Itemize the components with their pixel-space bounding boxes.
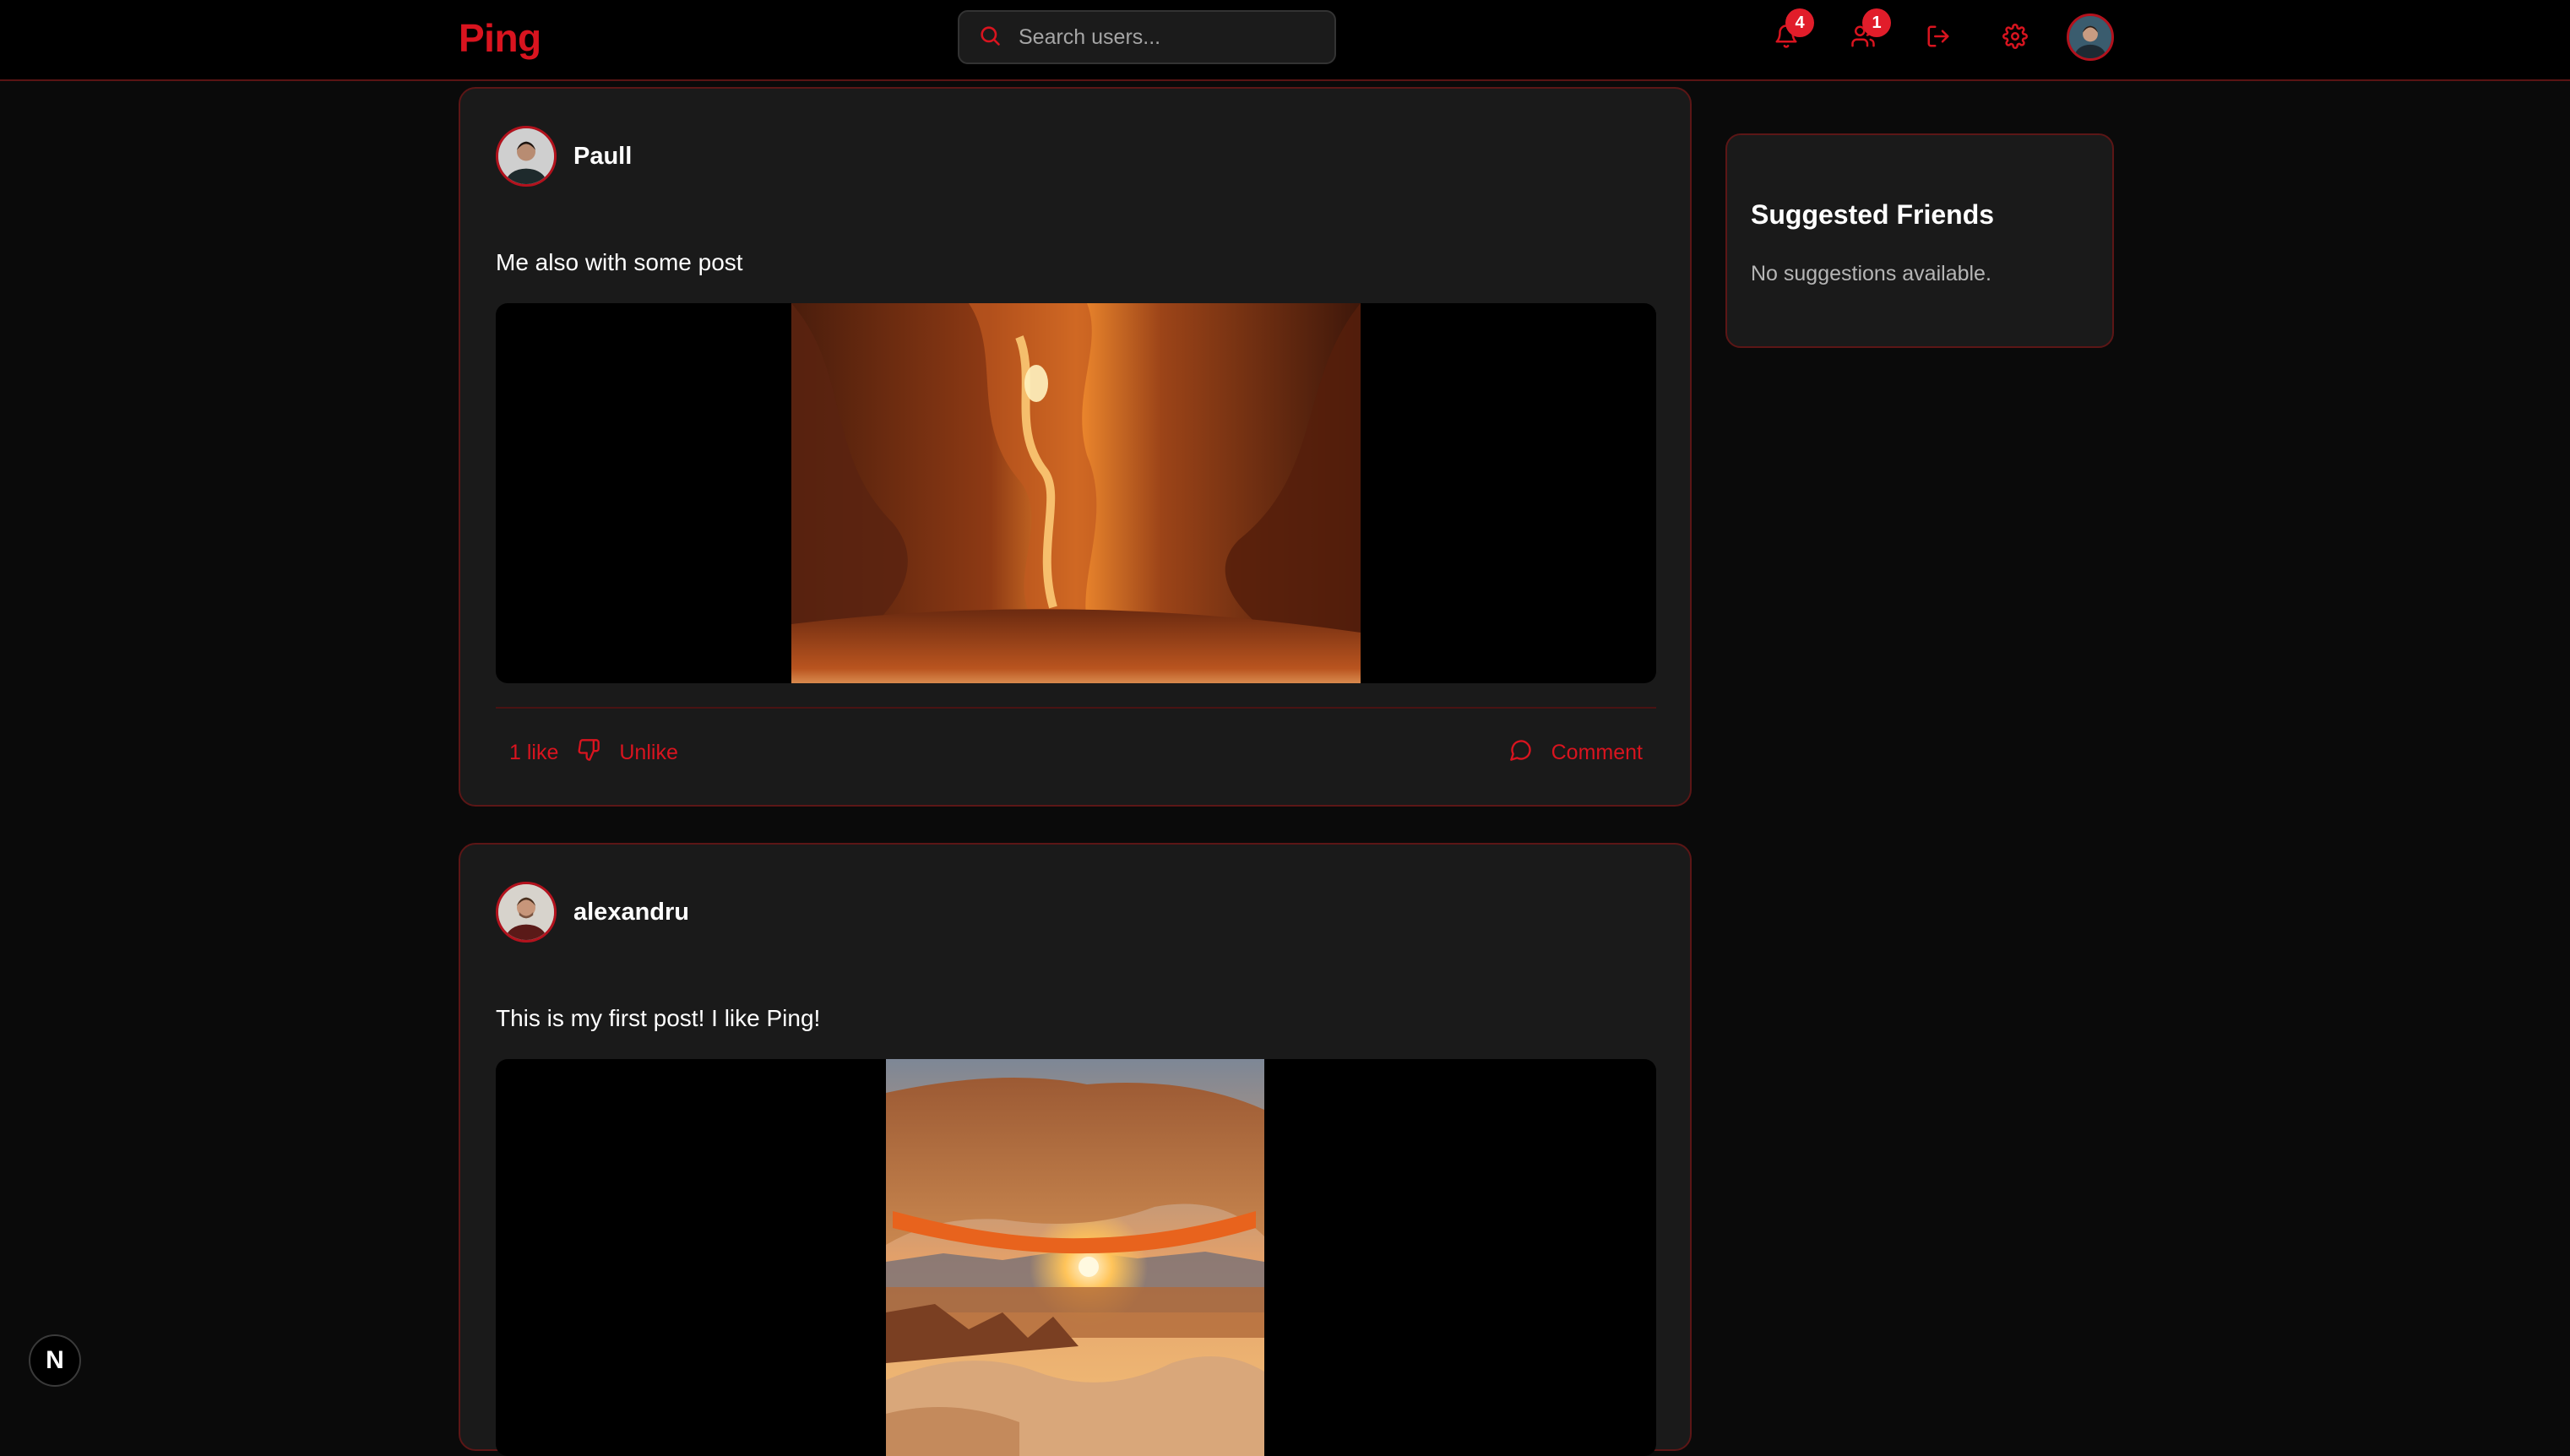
author-avatar[interactable] [496,882,557,943]
comment-icon [1509,738,1533,768]
post-image-frame [496,303,1656,683]
comment-button[interactable]: Comment [1509,738,1643,768]
search-input[interactable] [1019,24,1323,50]
top-navbar: Ping 4 1 [0,0,2570,81]
post-header: Paull [496,126,632,187]
arch-sunrise-photo[interactable] [496,1059,1656,1456]
author-avatar[interactable] [496,126,557,187]
unlike-label: Unlike [619,740,678,764]
post-card: alexandru This is my first post! I like … [459,843,1692,1456]
friend-requests-button[interactable]: 1 [1844,8,1891,57]
slot-canyon-photo[interactable] [496,303,1656,683]
friend-requests-count-badge: 1 [1862,8,1891,37]
post-image-frame [496,1059,1656,1456]
like-count[interactable]: 1 like [509,741,558,765]
author-name[interactable]: Paull [573,143,632,171]
settings-button[interactable] [1996,19,2035,57]
suggested-friends-title: Suggested Friends [1751,199,1995,230]
post-card: Paull Me also with some post 1 like Unli… [459,87,1692,807]
unlike-button[interactable]: Unlike [577,738,678,768]
notifications-button[interactable]: 4 [1767,8,1814,57]
thumbs-down-icon [577,738,600,768]
search-icon [978,24,1002,52]
logout-icon [1926,24,1951,53]
current-user-avatar[interactable] [2067,14,2114,61]
gear-icon [2002,23,2028,53]
suggested-friends-panel: Suggested Friends No suggestions availab… [1725,133,2114,348]
post-text: This is my first post! I like Ping! [496,1005,821,1031]
notifications-count-badge: 4 [1785,8,1814,37]
dev-tools-button[interactable]: N [29,1334,81,1387]
author-name[interactable]: alexandru [573,899,689,926]
post-divider [496,707,1656,709]
comment-label: Comment [1551,740,1643,764]
app-logo[interactable]: Ping [459,15,541,61]
post-text: Me also with some post [496,249,743,275]
search-box[interactable] [958,10,1336,64]
post-header: alexandru [496,882,689,943]
logout-button[interactable] [1919,19,1958,57]
no-suggestions-text: No suggestions available. [1751,262,1991,285]
post-actions: 1 like Unlike Comment [496,734,1656,771]
